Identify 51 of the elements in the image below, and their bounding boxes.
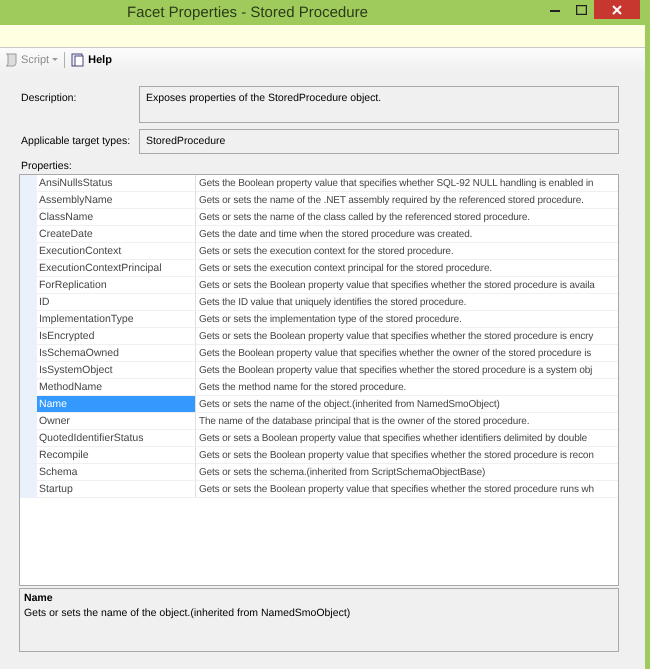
property-name-cell[interactable]: ExecutionContext	[37, 243, 195, 260]
property-description-cell: Gets the Boolean property value that specifies whether the owner of the stored procedure is	[195, 345, 618, 362]
row-header-cell	[20, 481, 37, 498]
row-header-cell	[20, 175, 37, 192]
property-description-cell: Gets or sets a Boolean property value that specifies whether identifiers delimited by double	[195, 430, 618, 447]
help-button[interactable]: Help	[69, 53, 114, 67]
property-description-cell: Gets or sets the schema.(inherited from ScriptSchemaObjectBase)	[195, 464, 618, 481]
property-name-cell[interactable]: ImplementationType	[37, 311, 195, 328]
property-name-cell[interactable]: AssemblyName	[37, 192, 195, 209]
property-description-cell: Gets or sets the name of the class called by the referenced stored procedure.	[195, 209, 618, 226]
property-name-cell[interactable]: ClassName	[37, 209, 195, 226]
details-title: Name	[24, 592, 54, 604]
property-description-cell: Gets or sets the implementation type of the stored procedure.	[195, 311, 618, 328]
property-name-cell[interactable]: ForReplication	[37, 277, 195, 294]
property-name-cell[interactable]: IsEncrypted	[37, 328, 195, 345]
property-description-cell: Gets or sets the Boolean property value that specifies whether the stored procedure is recon	[195, 447, 618, 464]
caret-icon	[52, 58, 58, 62]
book-icon	[71, 53, 86, 67]
property-name-cell[interactable]: Recompile	[37, 447, 195, 464]
property-description-cell: The name of the database principal that is the owner of the stored procedure.	[195, 413, 618, 430]
property-name-cell[interactable]: Schema	[37, 464, 195, 481]
property-description-cell: Gets or sets the name of the object.(inherited from NamedSmoObject)	[195, 396, 618, 413]
property-description-cell: Gets or sets the name of the .NET assembly required by the referenced stored procedure.	[195, 192, 618, 209]
maximize-icon	[576, 5, 586, 15]
details-text: Gets or sets the name of the object.(inherited from NamedSmoObject)	[24, 607, 352, 619]
property-description-cell: Gets the date and time when the stored procedure was created.	[195, 226, 618, 243]
property-description-cell: Gets the ID value that uniquely identifies the stored procedure.	[195, 294, 618, 311]
close-icon	[612, 4, 622, 14]
property-description-cell: Gets or sets the Boolean property value that specifies whether the stored procedure is encry	[195, 328, 618, 345]
property-name-cell[interactable]: AnsiNullsStatus	[37, 175, 195, 192]
target-types-field: StoredProcedure	[139, 129, 619, 154]
minimize-icon	[550, 8, 560, 12]
property-name-cell[interactable]: IsSchemaOwned	[37, 345, 195, 362]
property-name-cell[interactable]: QuotedIdentifierStatus	[37, 430, 195, 447]
property-description-cell: Gets the method name for the stored procedure.	[195, 379, 618, 396]
property-name-cell[interactable]: MethodName	[37, 379, 195, 396]
properties-label: Properties:	[21, 160, 73, 172]
window-title: Facet Properties - Stored Procedure	[127, 4, 368, 21]
description-field: Exposes properties of the StoredProcedure object.	[139, 86, 619, 123]
property-name-cell[interactable]: ExecutionContextPrincipal	[37, 260, 195, 277]
property-name-cell[interactable]: IsSystemObject	[37, 362, 195, 379]
property-description-cell: Gets or sets the Boolean property value that specifies whether the stored procedure runs wh	[195, 481, 618, 498]
property-description-cell: Gets or sets the Boolean property value that specifies whether the stored procedure is availa	[195, 277, 618, 294]
property-description-cell: Gets the Boolean property value that specifies whether SQL-92 NULL handling is enabled in	[195, 175, 618, 192]
scroll-icon	[4, 53, 18, 67]
property-description-cell: Gets the Boolean property value that specifies whether the stored procedure is a system obj	[195, 362, 618, 379]
field-label: Description:	[20, 91, 78, 106]
close-button[interactable]	[594, 0, 640, 19]
property-description-cell: Gets or sets the execution context for the stored procedure.	[195, 243, 618, 260]
property-description-cell: Gets or sets the execution context principal for the stored procedure.	[195, 260, 618, 277]
field-label: Applicable target types:	[20, 134, 132, 149]
